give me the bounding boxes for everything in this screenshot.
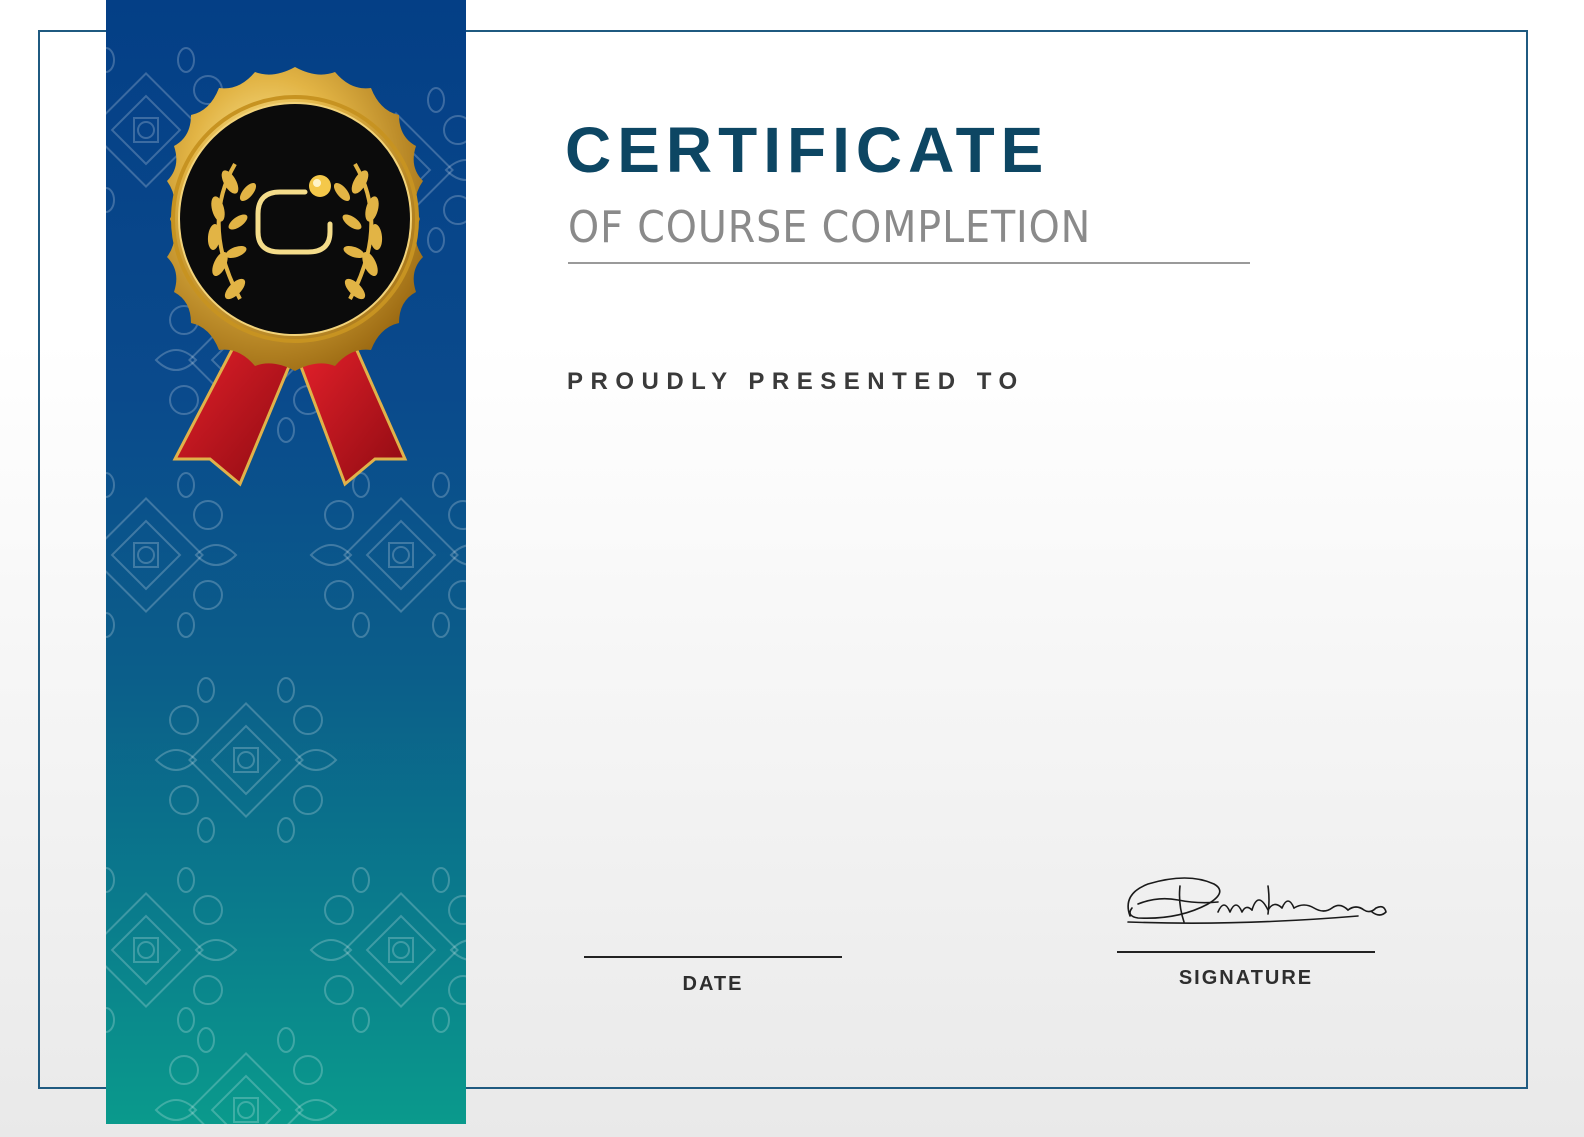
gold-seal (167, 67, 423, 371)
signature-line (1117, 951, 1375, 953)
date-label: DATE (682, 973, 744, 995)
certificate-title: CERTIFICATE (565, 114, 1050, 186)
presented-to-label: PROUDLY PRESENTED TO (567, 368, 1025, 395)
subtitle-divider (568, 262, 1250, 264)
award-medal-icon (167, 67, 423, 487)
signature-label: SIGNATURE (1178, 967, 1314, 989)
certificate-subtitle: OF COURSE COMPLETION (568, 202, 1092, 253)
date-line (584, 956, 842, 958)
handwritten-signature (1127, 877, 1387, 924)
